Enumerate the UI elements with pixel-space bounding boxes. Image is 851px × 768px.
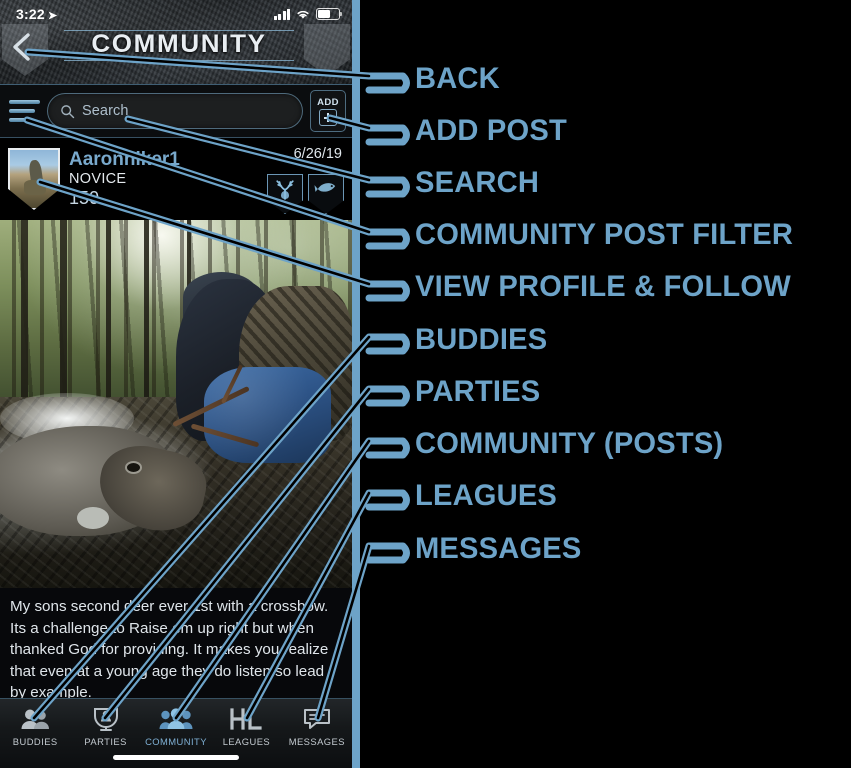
annotation-label: VIEW PROFILE & FOLLOW xyxy=(415,270,791,303)
annotation-label: ADD POST xyxy=(415,114,567,147)
search-toolbar: Search ADD xyxy=(0,84,352,138)
fish-badge[interactable] xyxy=(308,174,344,214)
leagues-icon xyxy=(229,705,263,733)
photo-tree-trunk xyxy=(59,220,67,419)
cellular-signal-icon xyxy=(273,8,290,20)
search-placeholder: Search xyxy=(82,103,129,119)
page-title-block: COMMUNITY xyxy=(64,30,294,62)
tab-buddies-label: BUDDIES xyxy=(12,736,58,747)
search-input[interactable]: Search xyxy=(47,93,303,129)
phone-right-border xyxy=(352,0,360,768)
plus-icon xyxy=(319,108,337,126)
tab-parties[interactable]: PARTIES xyxy=(70,705,140,747)
wifi-icon xyxy=(297,10,309,19)
page-title: COMMUNITY xyxy=(91,30,267,59)
home-indicator xyxy=(113,755,239,760)
annotation-label: LEAGUES xyxy=(415,479,558,512)
tab-leagues[interactable]: LEAGUES xyxy=(211,705,281,747)
post-user-row[interactable]: Aaronhiker1 NOVICE 150 6/26/19 xyxy=(0,138,352,220)
annotation-label: BUDDIES xyxy=(415,323,548,356)
post-badges xyxy=(267,174,344,214)
photo-tree-trunk xyxy=(105,220,111,427)
tab-community-label: COMMUNITY xyxy=(145,736,207,747)
tab-buddies[interactable]: BUDDIES xyxy=(0,705,70,747)
add-post-label: ADD xyxy=(317,96,339,108)
phone-screen: COMMUNITY 3:22 ➤ Search ADD Aaronhiker1 … xyxy=(0,0,352,768)
post-photo[interactable] xyxy=(0,220,352,588)
fish-icon xyxy=(313,183,335,192)
photo-deer-eye xyxy=(126,462,140,472)
tab-leagues-label: LEAGUES xyxy=(222,736,271,747)
avatar[interactable] xyxy=(8,148,60,210)
filter-lines-icon[interactable] xyxy=(6,96,40,126)
header-shield-right xyxy=(304,24,350,76)
tab-parties-label: PARTIES xyxy=(84,736,127,747)
add-post-button[interactable]: ADD xyxy=(310,90,346,132)
photo-deer-snout xyxy=(77,507,110,530)
buddies-icon xyxy=(20,705,50,733)
annotation-label: SEARCH xyxy=(415,166,540,199)
community-icon xyxy=(159,705,193,733)
annotation-label: COMMUNITY POST FILTER xyxy=(415,218,794,251)
avatar-figure-lower xyxy=(24,180,47,196)
search-icon xyxy=(61,104,75,118)
post-caption: My sons second deer ever 1st with a cros… xyxy=(0,588,352,701)
back-chevron-icon xyxy=(13,33,30,61)
tab-community[interactable]: COMMUNITY xyxy=(141,705,211,747)
screenshot-root: COMMUNITY 3:22 ➤ Search ADD Aaronhiker1 … xyxy=(0,0,851,768)
status-bar-icons xyxy=(273,8,343,20)
deer-antler-icon xyxy=(276,180,294,200)
parties-icon xyxy=(92,705,120,733)
tab-messages[interactable]: MESSAGES xyxy=(282,705,352,747)
status-bar: 3:22 ➤ xyxy=(0,0,352,28)
status-bar-time: 3:22 xyxy=(16,6,45,22)
title-rule-bottom xyxy=(64,59,294,62)
post-date: 6/26/19 xyxy=(293,146,342,162)
annotation-label: BACK xyxy=(415,62,500,95)
back-button[interactable] xyxy=(6,30,40,64)
annotation-label: PARTIES xyxy=(415,375,541,408)
status-bar-time-wrap: 3:22 ➤ xyxy=(16,6,57,22)
deer-antler-badge[interactable] xyxy=(267,174,303,214)
messages-icon xyxy=(303,705,331,733)
location-arrow-icon: ➤ xyxy=(47,10,58,22)
photo-tree-trunk xyxy=(144,220,150,404)
battery-icon xyxy=(316,8,343,20)
bottom-tab-bar: BUDDIES PARTIES COMMUNITY LEAGUES MESSAG… xyxy=(0,698,352,768)
annotation-label: MESSAGES xyxy=(415,532,582,565)
photo-blue-jacket xyxy=(204,367,331,463)
tab-messages-label: MESSAGES xyxy=(288,736,345,747)
annotation-label: COMMUNITY (POSTS) xyxy=(415,427,724,460)
